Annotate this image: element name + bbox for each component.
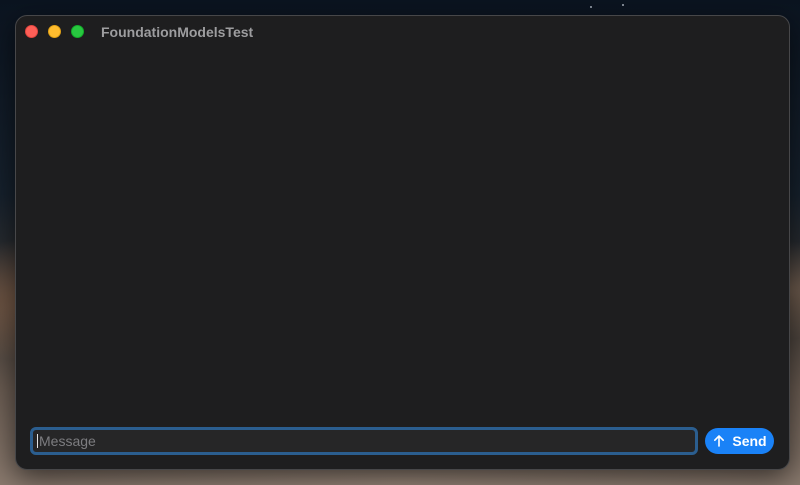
conversation-area [16, 48, 789, 418]
star [590, 6, 592, 8]
star [622, 4, 624, 6]
zoom-window-button[interactable] [71, 25, 84, 38]
send-button-label: Send [732, 433, 767, 449]
title-bar[interactable]: FoundationModelsTest [16, 16, 789, 48]
close-window-button[interactable] [25, 25, 38, 38]
message-input[interactable] [30, 427, 698, 455]
arrow-up-icon [712, 434, 726, 448]
window-title: FoundationModelsTest [101, 24, 254, 40]
text-caret [37, 434, 38, 448]
app-window: FoundationModelsTest Send [15, 15, 790, 470]
desktop-background: FoundationModelsTest Send [0, 0, 800, 485]
composer-bar: Send [30, 427, 775, 457]
send-button[interactable]: Send [705, 428, 774, 454]
minimize-window-button[interactable] [48, 25, 61, 38]
